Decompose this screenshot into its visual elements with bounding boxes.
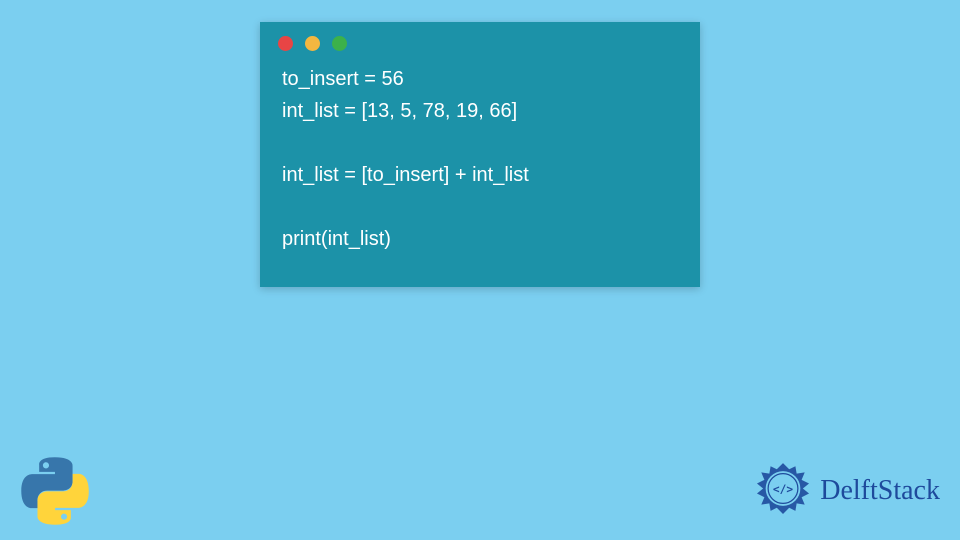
delftstack-name: DelftStack xyxy=(820,475,940,507)
code-content: to_insert = 56 int_list = [13, 5, 78, 19… xyxy=(260,59,700,273)
svg-text:</>: </> xyxy=(773,483,793,496)
delftstack-mark-icon: </> xyxy=(752,460,814,522)
close-icon xyxy=(278,36,293,51)
minimize-icon xyxy=(305,36,320,51)
delftstack-logo: </> DelftStack xyxy=(752,460,940,522)
maximize-icon xyxy=(332,36,347,51)
code-window: to_insert = 56 int_list = [13, 5, 78, 19… xyxy=(260,22,700,287)
window-controls xyxy=(260,22,700,59)
python-logo-icon xyxy=(20,456,90,526)
